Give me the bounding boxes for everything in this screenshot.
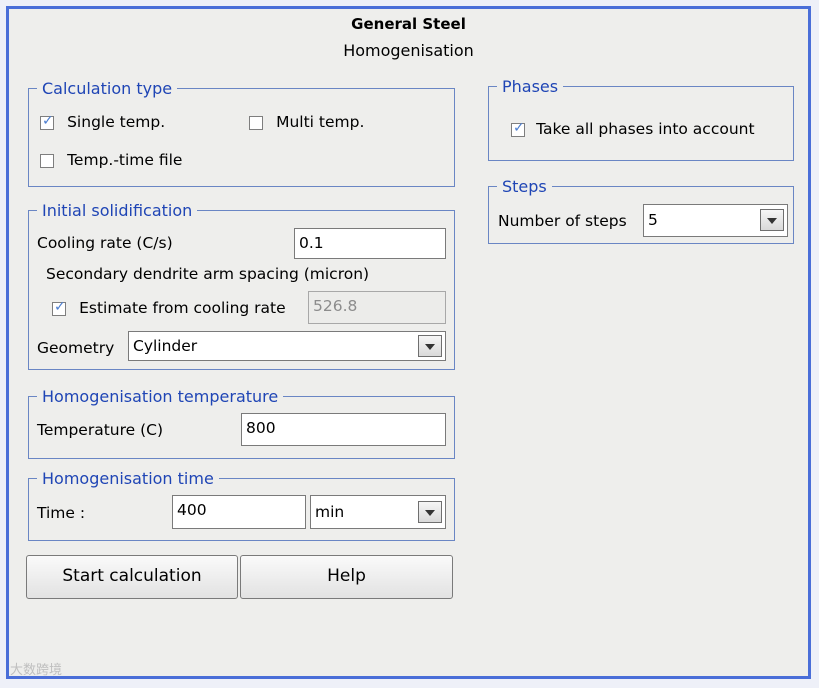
estimate-option[interactable]: Estimate from cooling rate bbox=[52, 298, 286, 317]
homogenisation-time-legend: Homogenisation time bbox=[42, 469, 214, 488]
dialog-subtitle: Homogenisation bbox=[343, 41, 474, 60]
homogenisation-temperature-legend: Homogenisation temperature bbox=[42, 387, 279, 406]
cooling-rate-label: Cooling rate (C/s) bbox=[37, 234, 173, 252]
initial-solidification-legend: Initial solidification bbox=[42, 201, 193, 220]
geometry-value: Cylinder bbox=[133, 337, 198, 355]
calculation-type-group: Calculation type bbox=[28, 79, 455, 187]
take-all-phases-checkbox[interactable] bbox=[511, 120, 525, 137]
temperature-label: Temperature (C) bbox=[37, 421, 164, 439]
estimate-checkbox[interactable] bbox=[52, 299, 66, 316]
temp-time-file-option[interactable]: Temp.-time file bbox=[40, 150, 182, 169]
number-of-steps-label: Number of steps bbox=[498, 212, 627, 230]
single-temp-label: Single temp. bbox=[67, 113, 166, 131]
estimate-label: Estimate from cooling rate bbox=[79, 299, 286, 317]
watermark: 大数跨境 bbox=[10, 663, 63, 678]
geometry-select[interactable]: Cylinder bbox=[128, 331, 446, 361]
steps-legend: Steps bbox=[502, 177, 547, 196]
number-of-steps-select[interactable]: 5 bbox=[643, 204, 788, 237]
phases-legend: Phases bbox=[502, 77, 559, 96]
take-all-phases-option[interactable]: Take all phases into account bbox=[511, 119, 755, 138]
number-of-steps-value: 5 bbox=[648, 211, 658, 229]
geometry-label: Geometry bbox=[37, 339, 115, 357]
time-label: Time : bbox=[37, 504, 86, 522]
chevron-down-icon[interactable] bbox=[418, 335, 442, 357]
temp-time-file-label: Temp.-time file bbox=[67, 151, 183, 169]
multi-temp-checkbox[interactable] bbox=[249, 115, 263, 130]
take-all-phases-label: Take all phases into account bbox=[536, 120, 755, 138]
time-input[interactable]: 400 bbox=[172, 495, 306, 529]
calculation-type-legend: Calculation type bbox=[42, 79, 173, 98]
sdas-input[interactable]: 526.8 bbox=[308, 291, 446, 324]
start-calculation-button[interactable]: Start calculation bbox=[26, 555, 238, 599]
cooling-rate-input[interactable]: 0.1 bbox=[294, 228, 446, 259]
homogenisation-dialog: General Steel Homogenisation Calculation… bbox=[6, 6, 811, 679]
chevron-down-icon[interactable] bbox=[760, 209, 784, 231]
help-button[interactable]: Help bbox=[240, 555, 453, 599]
dialog-title: General Steel bbox=[351, 15, 466, 33]
sdas-label: Secondary dendrite arm spacing (micron) bbox=[46, 265, 370, 283]
multi-temp-option[interactable]: Multi temp. bbox=[249, 112, 364, 131]
single-temp-checkbox[interactable] bbox=[40, 113, 54, 130]
single-temp-option[interactable]: Single temp. bbox=[40, 112, 165, 131]
multi-temp-label: Multi temp. bbox=[276, 113, 365, 131]
temperature-input[interactable]: 800 bbox=[241, 413, 446, 446]
chevron-down-icon[interactable] bbox=[418, 501, 442, 523]
temp-time-file-checkbox[interactable] bbox=[40, 153, 54, 168]
time-unit-value: min bbox=[315, 503, 345, 521]
time-unit-select[interactable]: min bbox=[310, 495, 446, 529]
